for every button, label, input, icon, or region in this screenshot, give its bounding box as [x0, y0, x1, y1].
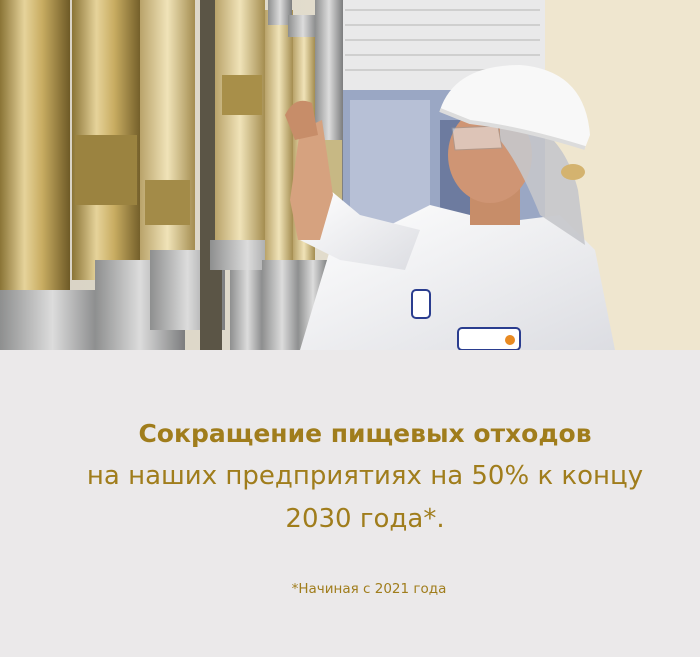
factory-photo: [0, 0, 700, 350]
headline-regular-text: на наших предприятиях на 50% к концу 203…: [86, 461, 644, 534]
headline-bold-line: Сокращение пищевых отходов: [138, 419, 592, 448]
headline: Сокращение пищевых отходов на наших пред…: [60, 412, 670, 541]
footnote: *Начиная с 2021 года: [291, 581, 447, 597]
infographic-card: Сокращение пищевых отходов на наших пред…: [0, 0, 700, 657]
text-panel: Сокращение пищевых отходов на наших пред…: [0, 350, 700, 657]
